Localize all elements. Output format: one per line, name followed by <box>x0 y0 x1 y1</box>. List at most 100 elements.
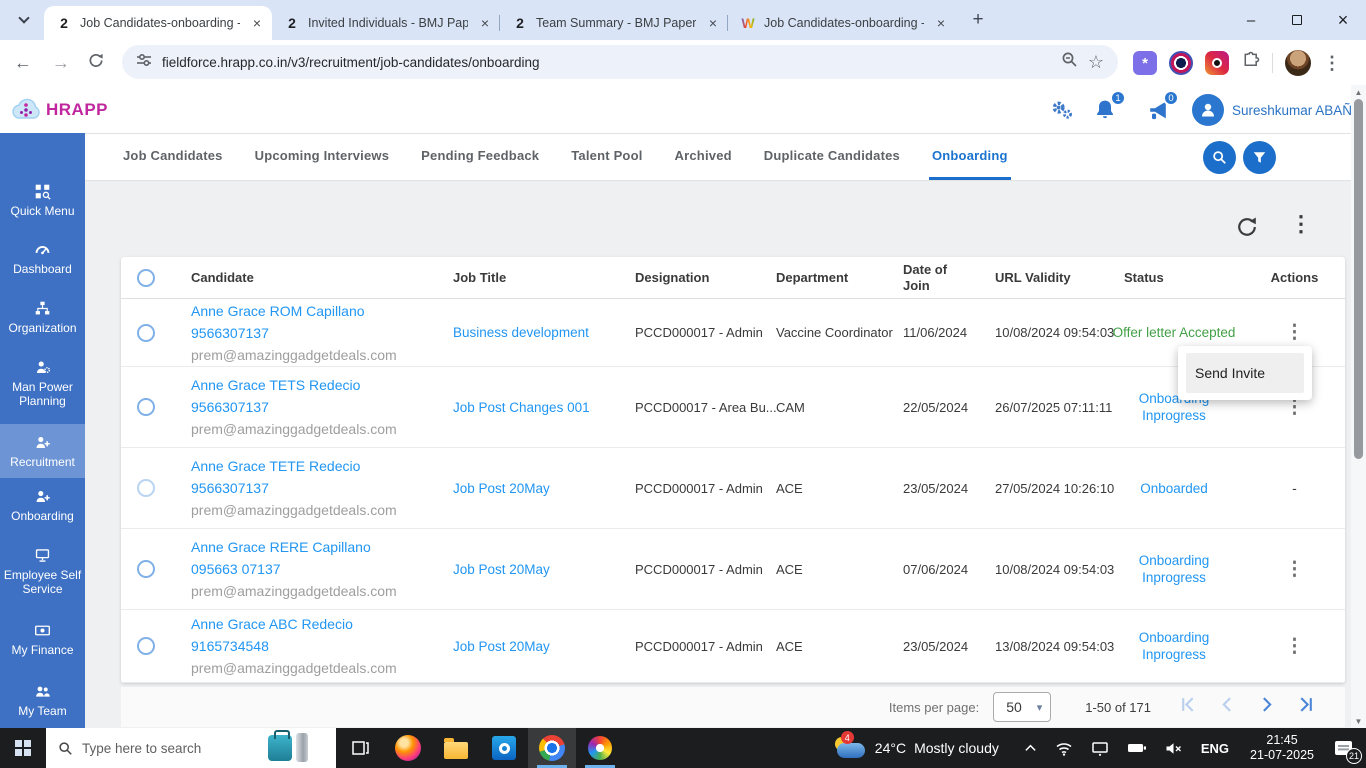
action-center-button[interactable]: 21 <box>1326 728 1366 768</box>
sidebar-item-dashboard[interactable]: Dashboard <box>0 231 85 290</box>
tab-close-icon[interactable]: × <box>704 14 722 32</box>
column-header-designation[interactable]: Designation <box>615 257 756 298</box>
page-scrollbar[interactable]: ▲ ▼ <box>1351 85 1366 728</box>
browser-tab[interactable]: 2 Invited Individuals - BMJ Paperp × <box>272 6 500 40</box>
taskbar-clock[interactable]: 21:45 21-07-2025 <box>1238 728 1326 768</box>
job-title-link[interactable]: Job Post Changes 001 <box>453 400 590 415</box>
row-checkbox[interactable] <box>137 560 155 578</box>
sidebar-item-onboarding[interactable]: Onboarding <box>0 478 85 537</box>
next-page-button[interactable] <box>1257 695 1276 719</box>
row-checkbox[interactable] <box>137 479 155 497</box>
browser-tab[interactable]: 2 Job Candidates-onboarding - B × <box>44 6 272 40</box>
row-actions-kebab-button[interactable]: ⋮ <box>1285 635 1304 658</box>
zoom-icon[interactable] <box>1061 51 1078 73</box>
sidebar-item-employee-self-service[interactable]: Employee Self Service <box>0 537 85 612</box>
sidebar-item-quick-menu[interactable]: Quick Menu <box>0 173 85 231</box>
candidate-name[interactable]: Anne Grace TETS Redecio <box>191 374 360 396</box>
nav-tab[interactable]: Archived <box>672 134 735 180</box>
table-options-kebab-button[interactable]: ⋮ <box>1290 211 1312 237</box>
cast-indicator[interactable] <box>1082 728 1118 768</box>
tab-search-button[interactable] <box>10 6 38 34</box>
sidebar-item-recruitment[interactable]: Recruitment <box>0 424 85 478</box>
scroll-down-icon[interactable]: ▼ <box>1351 714 1366 728</box>
previous-page-button[interactable] <box>1218 695 1237 719</box>
firefox-icon[interactable] <box>384 728 432 768</box>
search-button[interactable] <box>1203 141 1236 174</box>
last-page-button[interactable] <box>1296 695 1315 719</box>
battery-indicator[interactable] <box>1118 728 1156 768</box>
extensions-puzzle-icon[interactable] <box>1241 51 1260 75</box>
user-name[interactable]: Sureshkumar ABAÑO <box>1232 103 1363 118</box>
window-minimize-button[interactable]: – <box>1228 0 1274 40</box>
chrome-icon[interactable] <box>528 728 576 768</box>
tab-close-icon[interactable]: × <box>476 14 494 32</box>
taskbar-search-box[interactable]: Type here to search <box>46 728 336 768</box>
browser-tab[interactable]: 2 Team Summary - BMJ Paperpac × <box>499 6 728 40</box>
send-invite-menu-item[interactable]: Send Invite <box>1186 353 1304 393</box>
browser-tab[interactable]: W Job Candidates-onboarding - D × <box>727 6 956 40</box>
announcements-megaphone-icon[interactable]: 0 <box>1146 90 1179 128</box>
scrollbar-thumb[interactable] <box>1354 99 1363 459</box>
sidebar-item-my-team[interactable]: My Team <box>0 673 85 732</box>
user-avatar[interactable] <box>1192 94 1224 126</box>
browser-menu-kebab-icon[interactable]: ⋮ <box>1323 53 1341 74</box>
hrapp-logo[interactable]: HRAPP <box>8 95 108 125</box>
nav-tab[interactable]: Talent Pool <box>568 134 645 180</box>
window-close-button[interactable]: × <box>1320 0 1366 40</box>
nav-tab[interactable]: Onboarding <box>928 134 1011 180</box>
sidebar-item-man-power-planning[interactable]: Man Power Planning <box>0 349 85 424</box>
address-bar[interactable]: fieldforce.hrapp.co.in/v3/recruitment/jo… <box>122 45 1118 79</box>
url-text[interactable]: fieldforce.hrapp.co.in/v3/recruitment/jo… <box>162 55 1051 70</box>
sidebar-item-organization[interactable]: Organization <box>0 290 85 349</box>
file-explorer-icon[interactable] <box>432 728 480 768</box>
row-checkbox[interactable] <box>137 398 155 416</box>
job-title-link[interactable]: Job Post 20May <box>453 481 550 496</box>
task-view-button[interactable] <box>336 728 384 768</box>
tab-close-icon[interactable]: × <box>932 14 950 32</box>
sidebar-item-my-finance[interactable]: My Finance <box>0 612 85 673</box>
new-tab-button[interactable]: + <box>964 6 992 34</box>
row-actions-kebab-button[interactable]: ⋮ <box>1285 321 1304 344</box>
pinwheel-app-icon[interactable] <box>576 728 624 768</box>
site-settings-icon[interactable] <box>136 52 152 73</box>
weather-widget[interactable]: 4 24°C Mostly cloudy <box>824 728 1015 768</box>
filter-button[interactable] <box>1243 141 1276 174</box>
candidate-name[interactable]: Anne Grace RERE Capillano <box>191 536 371 558</box>
items-per-page-select[interactable]: 50 ▾ <box>993 692 1052 722</box>
browser-profile-avatar[interactable] <box>1285 50 1311 76</box>
row-actions-kebab-button[interactable]: ⋮ <box>1285 558 1304 581</box>
nav-tab[interactable]: Pending Feedback <box>418 134 542 180</box>
language-indicator[interactable]: ENG <box>1192 728 1238 768</box>
job-title-link[interactable]: Job Post 20May <box>453 562 550 577</box>
select-all-checkbox[interactable] <box>137 268 155 287</box>
bookmark-star-icon[interactable]: ☆ <box>1088 52 1104 73</box>
row-checkbox[interactable] <box>137 637 155 655</box>
scroll-up-icon[interactable]: ▲ <box>1351 85 1366 99</box>
wifi-indicator[interactable] <box>1046 728 1082 768</box>
extension-lens-icon[interactable] <box>1169 51 1193 75</box>
outlook-icon[interactable] <box>480 728 528 768</box>
first-page-button[interactable] <box>1179 695 1198 719</box>
column-header-status[interactable]: Status <box>1104 257 1244 298</box>
reload-icon[interactable] <box>88 52 104 73</box>
extension-icon[interactable]: * <box>1133 51 1157 75</box>
column-header-job-title[interactable]: Job Title <box>433 257 615 298</box>
extension-camera-icon[interactable] <box>1205 51 1229 75</box>
row-checkbox[interactable] <box>137 323 155 342</box>
nav-tab[interactable]: Job Candidates <box>120 134 226 180</box>
candidate-name[interactable]: Anne Grace ROM Capillano <box>191 300 365 322</box>
nav-tab[interactable]: Duplicate Candidates <box>761 134 903 180</box>
settings-gears-icon[interactable] <box>1048 97 1074 128</box>
candidate-name[interactable]: Anne Grace ABC Redecio <box>191 613 353 635</box>
column-header-candidate[interactable]: Candidate <box>171 257 433 298</box>
job-title-link[interactable]: Business development <box>453 325 589 340</box>
nav-tab[interactable]: Upcoming Interviews <box>252 134 393 180</box>
notifications-bell-icon[interactable]: 1 <box>1093 90 1126 128</box>
column-header-date-of-join[interactable]: Date of Join <box>883 257 975 298</box>
tab-close-icon[interactable]: × <box>248 14 266 32</box>
job-title-link[interactable]: Job Post 20May <box>453 639 550 654</box>
volume-muted-indicator[interactable] <box>1156 728 1192 768</box>
start-button[interactable] <box>0 728 46 768</box>
column-header-department[interactable]: Department <box>756 257 883 298</box>
window-restore-button[interactable] <box>1274 0 1320 40</box>
